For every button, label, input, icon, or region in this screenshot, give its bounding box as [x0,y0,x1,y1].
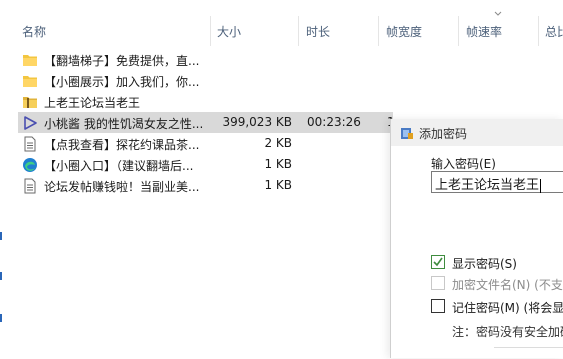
col-name[interactable]: 名称 [22,23,46,40]
file-name: 上老王论坛当老王 [44,96,141,110]
file-size: 2 KB [264,136,292,150]
file-row[interactable]: 【小圈入口】（建议翻墙后... 1 KB [18,154,393,175]
folder-zip-icon [23,97,37,108]
edge-marker [0,232,2,240]
file-size: 1 KB [264,157,292,171]
show-password-label: 显示密码(S) [452,257,517,271]
remember-password-label: 记住密码(M) (将会显 [452,301,563,315]
file-row[interactable]: 【小圈展示】加入我们，你... [18,70,393,91]
sort-chevron-icon [494,11,502,16]
edge-marker [0,272,2,280]
document-icon [24,178,36,194]
dialog-titlebar[interactable]: 添加密码 [391,119,563,146]
video-icon [24,116,37,130]
file-size: 1 KB [264,178,292,192]
file-name: 【小圈展示】加入我们，你... [44,75,200,89]
col-frame-rate[interactable]: 帧速率 [466,23,502,40]
show-password-checkbox[interactable] [431,255,445,269]
checkmark-icon [433,257,443,267]
col-size[interactable]: 大小 [217,23,241,40]
text-caret [540,178,542,193]
col-divider[interactable] [210,16,211,46]
file-name: 【点我查看】探花约课品茶... [44,138,200,152]
remember-password-checkbox[interactable] [431,299,445,313]
security-note: 注：密码没有安全加码 [452,325,563,339]
column-header: 名称 大小 时长 帧宽度 帧速率 总比 [0,0,563,46]
edge-marker [0,314,2,322]
edge-link-icon [23,158,37,172]
col-divider[interactable] [538,16,539,46]
file-name: 小桃酱 我的性饥渴女友之性... [44,117,204,131]
file-duration: 00:23:26 [307,115,361,129]
folder-icon [23,55,37,66]
col-divider[interactable] [298,16,299,46]
col-divider[interactable] [458,16,459,46]
col-divider[interactable] [378,16,379,46]
file-row[interactable]: 【点我查看】探花约课品茶... 2 KB [18,133,393,154]
col-frame-width[interactable]: 帧宽度 [386,23,422,40]
file-row[interactable]: 论坛发帖赚钱啦！当副业美... 1 KB [18,175,393,196]
file-row[interactable]: 上老王论坛当老王 [18,91,393,112]
encrypt-filenames-label: 加密文件名(N) (不支 [452,278,563,292]
document-icon [24,136,36,152]
password-value: 上老王论坛当老王 [435,178,540,193]
file-name: 论坛发帖赚钱啦！当副业美... [44,180,200,194]
encrypt-filenames-checkbox[interactable] [431,276,445,290]
folder-icon [23,76,37,87]
col-duration[interactable]: 时长 [306,23,330,40]
col-total-bitrate[interactable]: 总比 [545,23,563,40]
file-size: 399,023 KB [222,115,292,129]
dialog-title: 添加密码 [419,127,468,141]
password-input[interactable]: 上老王论坛当老王 [431,171,563,193]
password-label: 输入密码(E) [431,157,496,171]
file-name: 【翻墙梯子】免费提供，直... [44,54,200,68]
file-name: 【小圈入口】（建议翻墙后... [44,159,194,173]
archive-lock-icon [401,128,413,139]
file-row[interactable]: 【翻墙梯子】免费提供，直... [18,49,393,70]
add-password-dialog: 添加密码 输入密码(E) 上老王论坛当老王 显示密码(S) 加密文件名(N) (… [390,119,563,358]
file-row-selected[interactable]: 小桃酱 我的性饥渴女友之性... 399,023 KB 00:23:26 1 [18,112,395,133]
horizontal-scrollbar[interactable] [494,347,563,359]
